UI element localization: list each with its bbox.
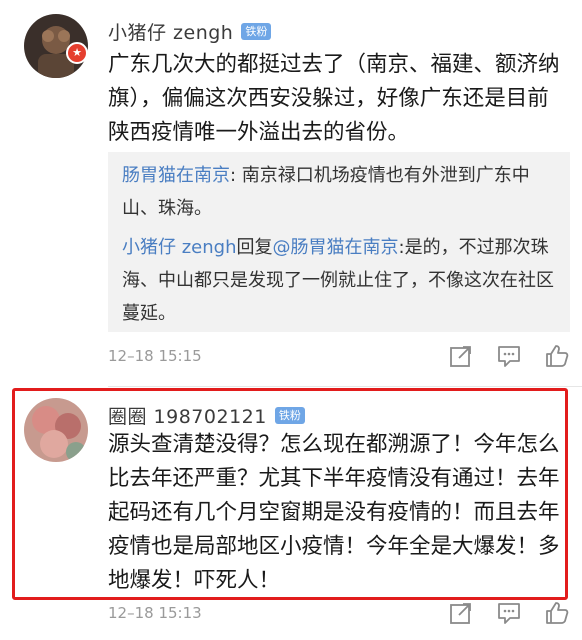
- reply-mention[interactable]: @肠胃猫在南京: [273, 237, 399, 258]
- fan-badge: 铁粉: [241, 23, 272, 40]
- comment-meta: 12–18 15:15: [108, 343, 570, 369]
- comment-icon[interactable]: [496, 600, 522, 626]
- divider: [108, 386, 582, 387]
- reply-author[interactable]: 小猪仔 zengh: [122, 237, 237, 258]
- timestamp: 12–18 15:15: [108, 347, 202, 365]
- comment-text: 广东几次大的都挺过去了（南京、福建、额济纳旗），偏偏这次西安没躲过，好像广东还是…: [108, 52, 560, 145]
- reply-separator: :: [230, 165, 242, 186]
- comment-item: ★ 小猪仔 zengh 铁粉 广东几次大的都挺过去了（南京、福建、额济纳旗），偏…: [0, 0, 582, 385]
- share-icon[interactable]: [448, 600, 474, 626]
- username[interactable]: 小猪仔 zengh: [108, 18, 233, 45]
- comment-actions: [448, 343, 570, 369]
- reply-item: 肠胃猫在南京: 南京禄口机场疫情也有外泄到广东中山、珠海。: [122, 159, 556, 225]
- timestamp: 12–18 15:13: [108, 604, 202, 622]
- reply-box[interactable]: 肠胃猫在南京: 南京禄口机场疫情也有外泄到广东中山、珠海。 小猪仔 zengh回…: [108, 152, 570, 332]
- like-icon[interactable]: [544, 343, 570, 369]
- vip-star-icon: ★: [66, 42, 88, 64]
- reply-word: 回复: [236, 237, 273, 258]
- comment-actions: [448, 600, 570, 626]
- share-icon[interactable]: [448, 343, 474, 369]
- comment-meta: 12–18 15:13: [108, 600, 570, 626]
- reply-item: 小猪仔 zengh回复@肠胃猫在南京:是的，不过那次珠海、中山都只是发现了一例就…: [122, 231, 556, 330]
- comment-icon[interactable]: [496, 343, 522, 369]
- reply-author[interactable]: 肠胃猫在南京: [122, 165, 230, 186]
- highlight-box: [12, 388, 568, 600]
- like-icon[interactable]: [544, 600, 570, 626]
- comment-header: 小猪仔 zengh 铁粉: [108, 18, 272, 45]
